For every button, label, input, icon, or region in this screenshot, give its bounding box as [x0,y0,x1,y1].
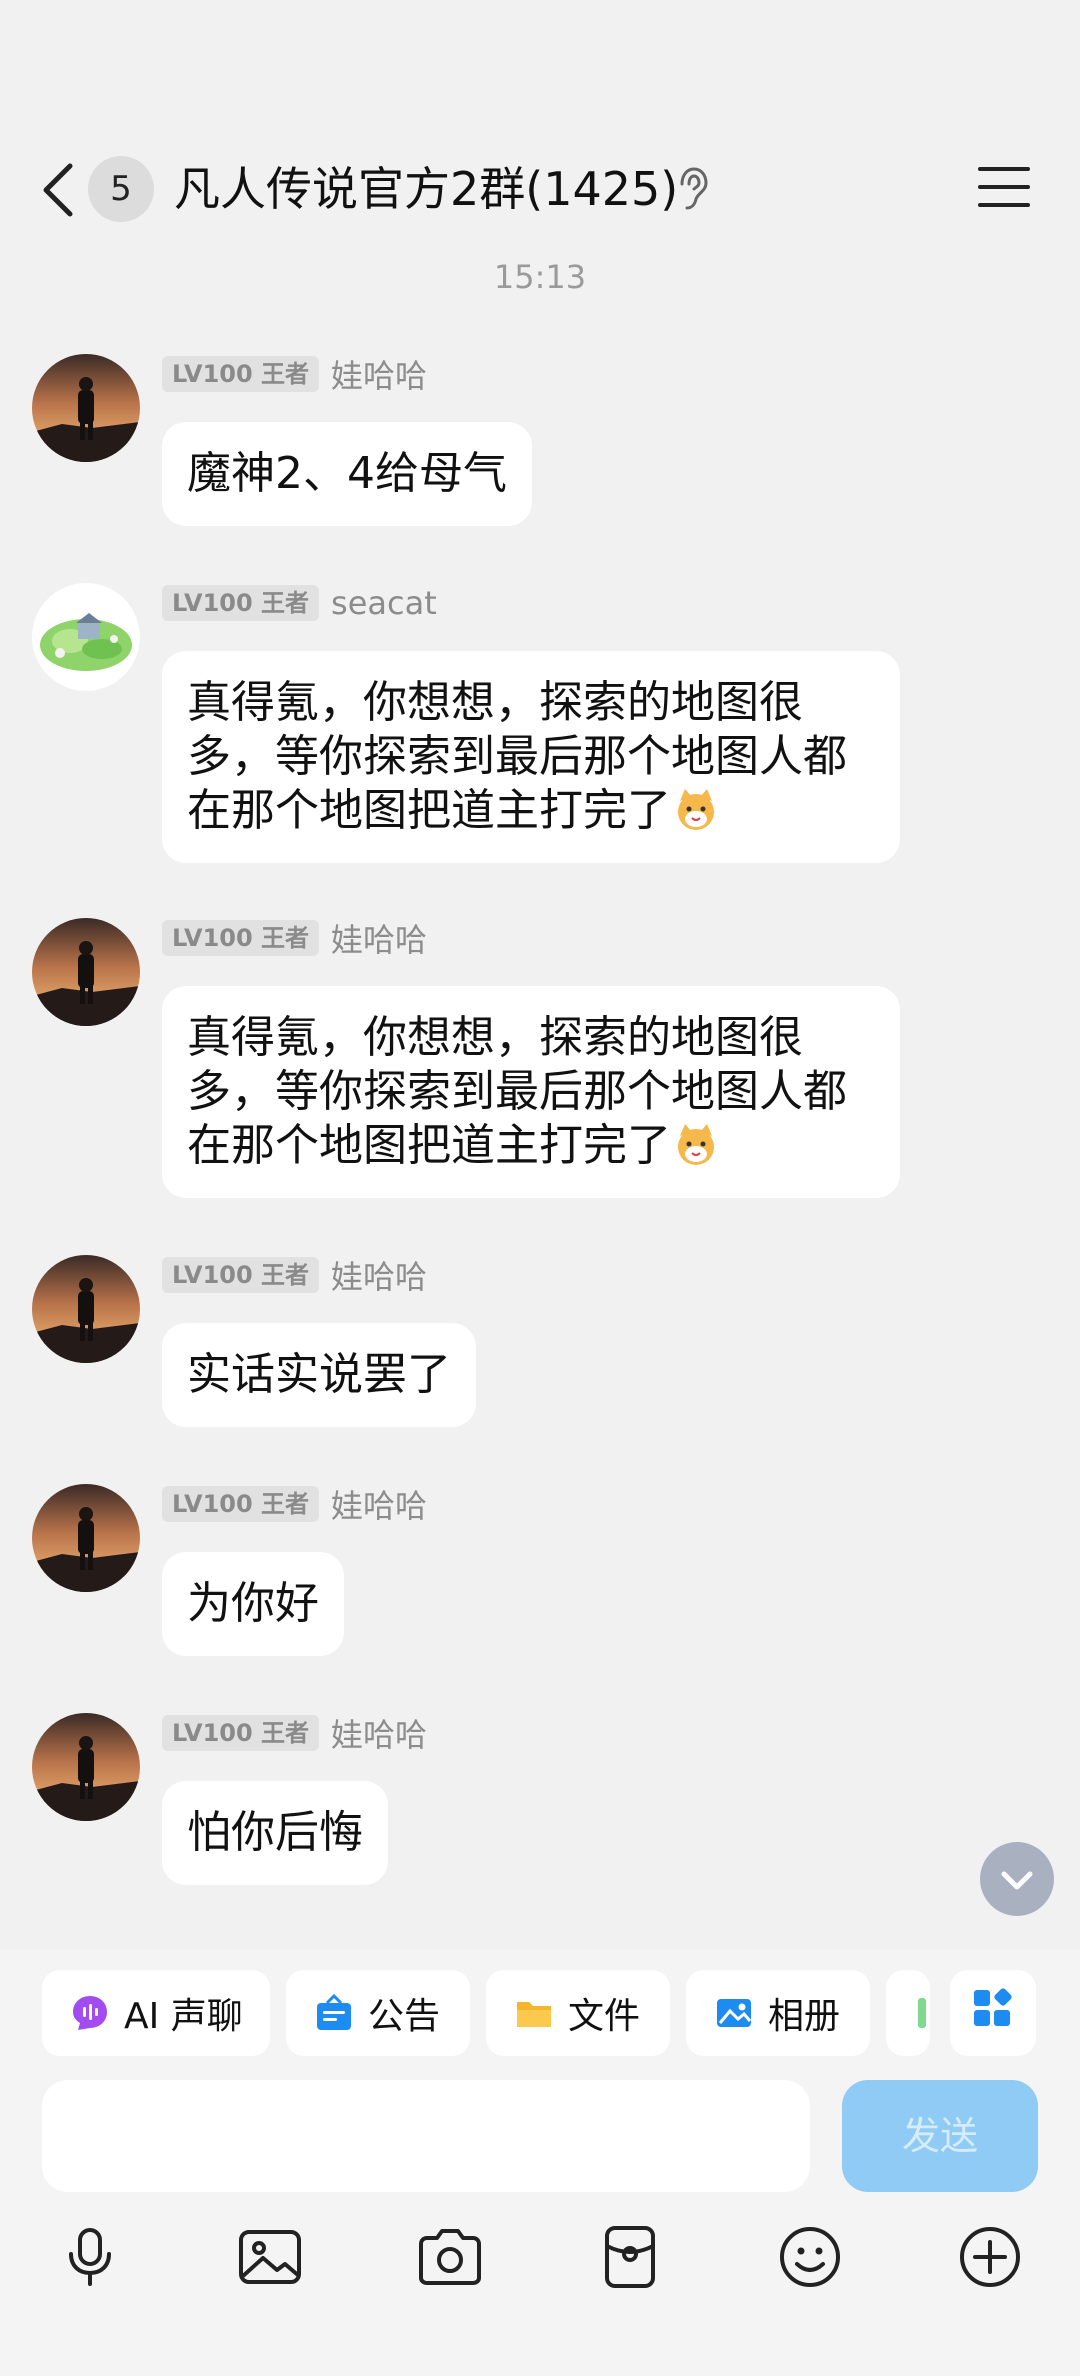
avatar[interactable] [32,1255,140,1363]
group-title[interactable]: 凡人传说官方2群(1425) [174,156,678,222]
chevron-down-icon [1001,1871,1033,1890]
microphone-icon[interactable] [57,2224,123,2290]
message-input[interactable] [42,2080,810,2192]
message-bubble[interactable]: 怕你后悔 [162,1781,388,1885]
red-packet-icon[interactable] [597,2224,663,2290]
scroll-to-bottom-button[interactable] [980,1842,1054,1916]
quick-action-bar: AI 声聊 公告 文件 相册 [0,1970,1080,2060]
folder-icon [517,2002,551,2027]
camera-icon[interactable] [417,2224,483,2290]
sender-name[interactable]: seacat [331,584,437,622]
message-text: 为你好 [187,1578,319,1629]
cat-emoji-icon [678,789,714,830]
level-badge: LV100 王者 [162,356,320,392]
announcement-icon [317,1993,351,2030]
message-text: 怕你后悔 [187,1807,363,1858]
ai-voice-icon [73,1996,107,2030]
unread-count-badge[interactable]: 5 [88,156,154,222]
message-text: 真得氪，你想想，探索的地图很多，等你探索到最后那个地图人都在那个地图把道主打完了 [187,1012,847,1171]
avatar[interactable] [32,1713,140,1821]
quick-action-label: AI 声聊 [124,1996,243,2037]
message-bubble[interactable]: 真得氪，你想想，探索的地图很多，等你探索到最后那个地图人都在那个地图把道主打完了 [162,986,900,1198]
apps-grid-icon [974,1988,1012,2026]
level-badge: LV100 王者 [162,920,320,956]
back-chevron-icon[interactable] [38,160,80,220]
level-badge: LV100 王者 [162,1486,320,1522]
level-badge: LV100 王者 [162,585,320,621]
avatar[interactable] [32,583,140,691]
avatar[interactable] [32,918,140,1026]
quick-action-ai-voice[interactable]: AI 声聊 [42,1970,270,2056]
menu-icon[interactable] [978,165,1030,209]
message-text: 真得氪，你想想，探索的地图很多，等你探索到最后那个地图人都在那个地图把道主打完了 [187,677,847,836]
message-bubble[interactable]: 真得氪，你想想，探索的地图很多，等你探索到最后那个地图人都在那个地图把道主打完了 [162,651,900,863]
quick-action-label: 相册 [768,1996,841,2037]
sender-name[interactable]: 娃哈哈 [331,351,427,397]
sender-name[interactable]: 娃哈哈 [331,1252,427,1298]
message-text: 魔神2、4给母气 [187,448,507,499]
album-icon [717,1999,752,2027]
send-button[interactable]: 发送 [842,2080,1038,2192]
image-icon[interactable] [237,2224,303,2290]
emoji-icon[interactable] [777,2224,843,2290]
quick-action-files[interactable]: 文件 [486,1970,670,2056]
level-badge: LV100 王者 [162,1257,320,1293]
quick-action-label: 公告 [368,1996,441,2037]
cat-emoji-icon [678,1124,714,1165]
plus-icon[interactable] [957,2224,1023,2290]
quick-action-more-partial[interactable] [886,1970,930,2056]
message-bubble[interactable]: 魔神2、4给母气 [162,422,532,526]
quick-action-album[interactable]: 相册 [686,1970,870,2056]
level-badge: LV100 王者 [162,1715,320,1751]
sender-name[interactable]: 娃哈哈 [331,1710,427,1756]
quick-action-announcement[interactable]: 公告 [286,1970,470,2056]
apps-button[interactable] [950,1970,1036,2056]
avatar[interactable] [32,1484,140,1592]
sender-name[interactable]: 娃哈哈 [331,915,427,961]
sender-name[interactable]: 娃哈哈 [331,1481,427,1527]
message-bubble[interactable]: 为你好 [162,1552,344,1656]
message-timestamp: 15:13 [493,258,587,296]
message-text: 实话实说罢了 [187,1349,451,1400]
avatar[interactable] [32,354,140,462]
quick-action-label: 文件 [568,1996,641,2037]
message-bubble[interactable]: 实话实说罢了 [162,1323,476,1427]
ear-icon[interactable] [676,166,710,212]
